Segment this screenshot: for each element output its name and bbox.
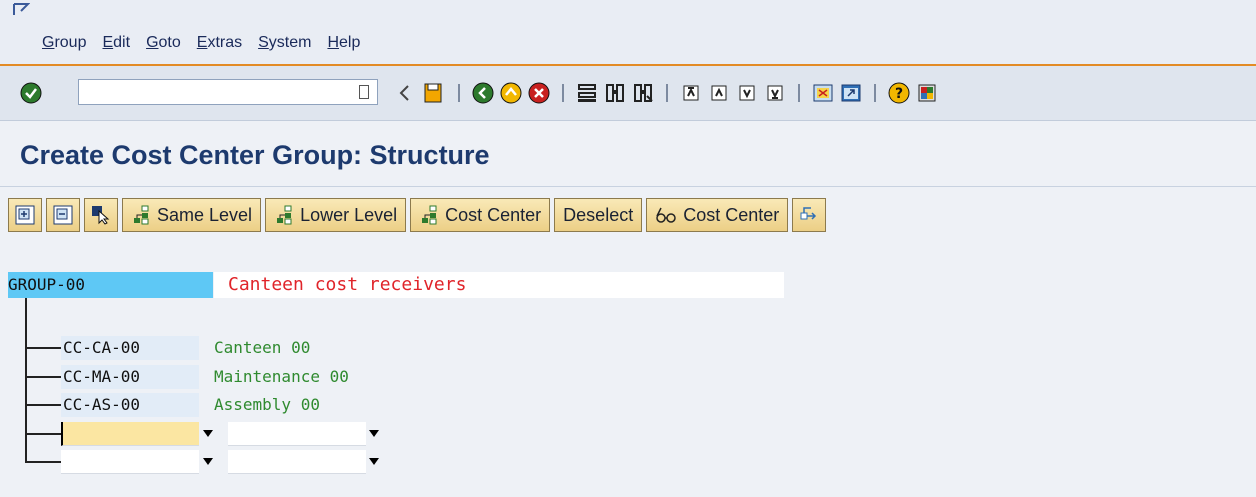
reassign-button[interactable]: [792, 198, 827, 232]
find-icon[interactable]: [604, 82, 626, 104]
dropdown-arrow-icon[interactable]: [369, 430, 379, 437]
first-page-icon[interactable]: [680, 82, 702, 104]
print-icon[interactable]: [576, 82, 598, 104]
root-group-code[interactable]: GROUP-00: [8, 272, 213, 298]
tree-connector: [25, 433, 61, 435]
tree-connector: [25, 347, 61, 349]
insert-cost-center-label: Cost Center: [445, 204, 542, 225]
expand-icon: [15, 205, 35, 225]
cancel-icon[interactable]: [528, 82, 550, 104]
separator: [874, 84, 876, 102]
select-button[interactable]: [84, 198, 118, 232]
cost-center-description: Canteen 00: [214, 338, 311, 357]
page-title: Create Cost Center Group: Structure: [20, 140, 490, 170]
system-toolbar: ?: [0, 66, 1256, 121]
find-next-icon[interactable]: [632, 82, 654, 104]
back-icon[interactable]: [472, 82, 494, 104]
collapse-icon: [53, 205, 73, 225]
exit-icon[interactable]: [500, 82, 522, 104]
lower-level-button[interactable]: Lower Level: [265, 198, 407, 232]
cost-center-code[interactable]: CC-MA-00: [61, 365, 199, 389]
enter-icon[interactable]: [20, 82, 42, 104]
menu-help[interactable]: Help: [327, 34, 360, 52]
cost-center-code[interactable]: CC-CA-00: [61, 336, 199, 360]
menu-system[interactable]: System: [258, 34, 311, 52]
help-icon[interactable]: ?: [888, 82, 910, 104]
save-icon[interactable]: [422, 82, 444, 104]
title-divider: [0, 186, 1256, 187]
last-page-icon[interactable]: [764, 82, 786, 104]
command-history-icon[interactable]: [359, 85, 369, 99]
new-description-input[interactable]: [228, 422, 366, 446]
lower-level-label: Lower Level: [300, 204, 398, 225]
menu-icon[interactable]: [12, 3, 30, 17]
shortcut-icon[interactable]: [840, 82, 862, 104]
collapse-subtree-button[interactable]: [46, 198, 80, 232]
same-level-button[interactable]: Same Level: [122, 198, 262, 232]
display-cost-center-label: Cost Center: [683, 204, 780, 225]
display-cost-center-button[interactable]: Cost Center: [646, 198, 789, 232]
menu-extras[interactable]: Extras: [197, 34, 242, 52]
select-cursor-icon: [92, 206, 110, 225]
tree-connector: [25, 376, 61, 378]
menu-items: Group Edit Goto Extras System Help: [42, 34, 360, 52]
next-page-icon[interactable]: [736, 82, 758, 104]
tree-connector: [25, 298, 27, 463]
separator: [562, 84, 564, 102]
customize-layout-icon[interactable]: [916, 82, 938, 104]
tree-connector: [25, 461, 61, 463]
cost-center-description: Maintenance 00: [214, 367, 349, 386]
dropdown-arrow-icon[interactable]: [203, 430, 213, 437]
same-level-label: Same Level: [157, 204, 253, 225]
deselect-button[interactable]: Deselect: [554, 198, 643, 232]
previous-page-icon[interactable]: [708, 82, 730, 104]
expand-subtree-button[interactable]: [8, 198, 42, 232]
separator: [666, 84, 668, 102]
move-icon: [800, 207, 817, 220]
cost-center-code[interactable]: CC-AS-00: [61, 393, 199, 417]
new-description-input[interactable]: [228, 450, 366, 474]
glasses-icon: [656, 207, 676, 223]
tree-connector: [25, 404, 61, 406]
hierarchy-icon: [422, 205, 437, 225]
new-cost-center-input[interactable]: [61, 450, 199, 474]
hierarchy-icon: [277, 205, 292, 225]
application-toolbar: Same Level Lower Level Cost Center Desel…: [8, 198, 827, 234]
menu-bar: Group Edit Goto Extras System Help: [0, 0, 1256, 66]
menu-edit[interactable]: Edit: [102, 34, 130, 52]
dropdown-arrow-icon[interactable]: [203, 458, 213, 465]
svg-text:?: ?: [895, 86, 903, 102]
create-session-icon[interactable]: [812, 82, 834, 104]
new-cost-center-input[interactable]: [61, 422, 199, 446]
dropdown-arrow-icon[interactable]: [369, 458, 379, 465]
root-group-description[interactable]: Canteen cost receivers: [214, 272, 784, 298]
hierarchy-icon: [134, 205, 149, 225]
menu-group[interactable]: Group: [42, 34, 86, 52]
command-field[interactable]: [78, 79, 378, 105]
separator: [798, 84, 800, 102]
cost-center-description: Assembly 00: [214, 395, 320, 414]
menu-goto[interactable]: Goto: [146, 34, 181, 52]
back-arrow-icon[interactable]: [394, 82, 416, 104]
insert-cost-center-button[interactable]: Cost Center: [410, 198, 551, 232]
deselect-label: Deselect: [563, 204, 634, 225]
separator: [458, 84, 460, 102]
